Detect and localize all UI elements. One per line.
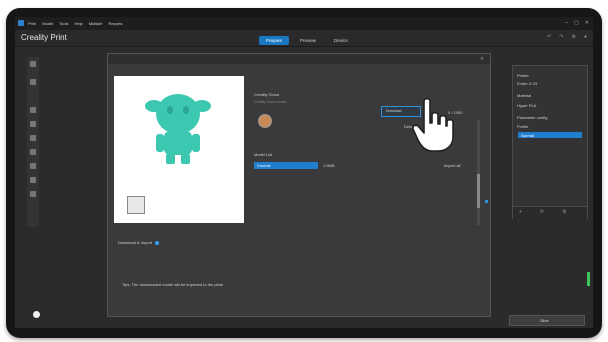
model-preview <box>114 76 244 223</box>
slice-label: Slice <box>540 318 549 323</box>
hand-cursor-icon <box>412 97 454 152</box>
main-toolbar: Creality Print Prepare Preview Device ↶ … <box>15 30 593 47</box>
scale-icon[interactable] <box>30 135 36 141</box>
dialog-header: ✕ <box>108 54 490 64</box>
user-icon[interactable]: ● <box>584 34 587 40</box>
creator-label: Creality Cloud <box>254 92 280 97</box>
scrollbar-thumb[interactable] <box>477 174 480 208</box>
printer-heading: Printer <box>517 73 529 78</box>
app-screen: Print Model Tools Help Multiple Reports … <box>15 17 593 328</box>
menu-item-help[interactable]: Help <box>74 21 82 26</box>
open-file-icon[interactable] <box>30 61 36 67</box>
toolbar-icons: ↶ ↷ ⚙ ● <box>547 34 587 40</box>
view-tabs: Prepare Preview Device <box>259 36 355 45</box>
minimize-button[interactable]: – <box>565 20 568 26</box>
maximize-button[interactable]: ▢ <box>574 20 579 26</box>
move-icon[interactable] <box>30 107 36 113</box>
model-list-heading: Model List <box>254 152 273 157</box>
model-info: Creality Cloud Creality Cloud model <box>254 92 287 104</box>
cloud-icon[interactable] <box>30 79 36 85</box>
undo-icon[interactable]: ↶ <box>547 34 551 40</box>
avatar[interactable] <box>258 114 272 128</box>
profile-label: Profile <box>517 124 529 129</box>
support-icon[interactable] <box>30 163 36 169</box>
menu-item-tools[interactable]: Tools <box>59 21 68 26</box>
model-file-size: 1.6MB <box>323 163 335 168</box>
preview-thumbnail[interactable] <box>127 196 145 214</box>
scrollbar-track[interactable] <box>477 120 480 225</box>
dialog-footer-note: Tips: The downloaded model will be impor… <box>122 282 223 287</box>
menu-item-multiple[interactable]: Multiple <box>89 21 103 26</box>
redo-icon[interactable]: ↷ <box>559 34 563 40</box>
mirror-icon[interactable] <box>30 149 36 155</box>
checkbox-icon[interactable] <box>155 240 160 245</box>
right-panel-buttons: + ⟳ ⚙ <box>519 209 567 215</box>
settings-icon[interactable]: ⚙ <box>571 34 575 40</box>
import-option[interactable]: Download & Import <box>118 240 160 245</box>
material-select[interactable]: Hyper PLA <box>517 103 536 108</box>
rotate-icon[interactable] <box>30 121 36 127</box>
parameter-heading: Parameter config <box>517 115 548 120</box>
profile-selected-label: Normal <box>521 132 534 138</box>
home-icon[interactable] <box>33 311 40 318</box>
profile-selected[interactable]: Normal <box>518 132 582 138</box>
right-settings-panel: Printer Ender-3 V3 Material Hyper PLA Pa… <box>512 65 588 219</box>
menu-item-print[interactable]: Print <box>28 21 36 26</box>
add-profile-button[interactable]: + <box>519 209 522 215</box>
menu-bar: Print Model Tools Help Multiple Reports <box>28 21 123 26</box>
status-indicator <box>587 272 590 286</box>
close-window-button[interactable]: ✕ <box>585 20 589 26</box>
import-all-link[interactable]: Import all <box>444 163 460 168</box>
profile-settings-button[interactable]: ⚙ <box>562 209 566 215</box>
model-library-dialog: ✕ Creality Cloud Creality Cloud model Do… <box>107 53 491 317</box>
close-icon[interactable]: ✕ <box>480 56 486 62</box>
import-option-label: Download & Import <box>118 240 153 245</box>
tab-device[interactable]: Device <box>327 36 355 45</box>
panel-indicator <box>485 200 488 203</box>
left-tool-column <box>27 57 39 227</box>
download-label: Download <box>386 109 402 113</box>
reset-profile-button[interactable]: ⟳ <box>540 209 544 215</box>
model-file-name: Groot.stl <box>257 163 271 168</box>
menu-item-reports[interactable]: Reports <box>109 21 123 26</box>
title-bar: Print Model Tools Help Multiple Reports … <box>15 17 593 30</box>
slice-button[interactable]: Slice <box>509 315 585 326</box>
app-logo-icon <box>18 20 24 26</box>
model-file-row[interactable]: Groot.stl <box>254 162 318 169</box>
monitor-frame: Print Model Tools Help Multiple Reports … <box>6 8 602 338</box>
app-title: Creality Print <box>21 33 67 42</box>
menu-item-model[interactable]: Model <box>42 21 53 26</box>
tab-prepare[interactable]: Prepare <box>259 36 290 45</box>
creator-subtitle: Creality Cloud model <box>254 100 287 104</box>
cut-icon[interactable] <box>30 177 36 183</box>
tab-preview[interactable]: Preview <box>293 36 323 45</box>
material-heading: Material <box>517 93 532 98</box>
printer-select[interactable]: Ender-3 V3 <box>517 81 537 86</box>
window-controls: – ▢ ✕ <box>565 20 589 26</box>
hollow-icon[interactable] <box>30 191 36 197</box>
